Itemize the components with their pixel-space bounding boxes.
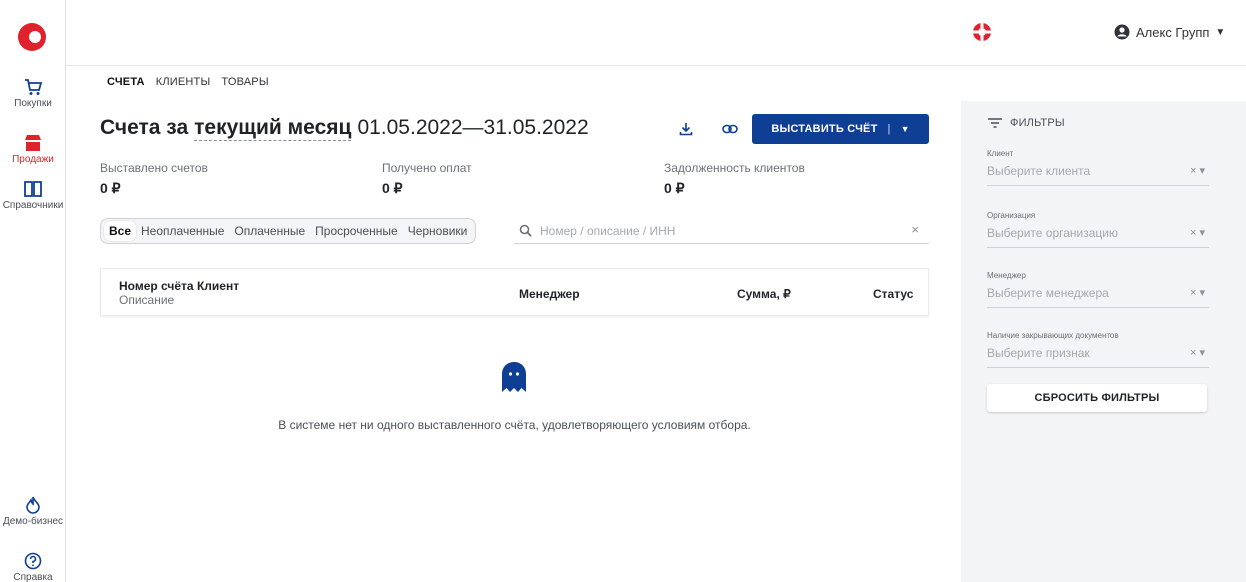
filter-organization: Организация Выберите организацию × ▾ xyxy=(987,211,1209,248)
filters-title: ФИЛЬТРЫ xyxy=(1010,117,1065,129)
sidebar-item-label: Продажи xyxy=(12,154,54,165)
help-icon xyxy=(24,552,42,570)
download-button[interactable] xyxy=(672,115,700,143)
filter-label: Клиент xyxy=(987,149,1014,158)
filters-panel: ФИЛЬТРЫ Клиент Выберите клиента × ▾ Орга… xyxy=(961,101,1246,582)
column-description: Описание xyxy=(119,293,175,307)
cart-icon xyxy=(25,79,43,95)
user-avatar-icon xyxy=(1114,24,1130,40)
period-range: 01.05.2022—31.05.2022 xyxy=(357,116,589,139)
store-icon xyxy=(25,135,41,151)
filter-closing-documents: Наличие закрывающих документов Выберите … xyxy=(987,331,1209,368)
tab-goods[interactable]: ТОВАРЫ xyxy=(221,76,268,93)
flame-icon xyxy=(26,496,40,514)
link-icon xyxy=(722,124,738,134)
top-bar: Алекс Групп ▼ xyxy=(66,0,1246,66)
sidebar-item-sales[interactable]: Продажи xyxy=(0,134,66,165)
sidebar-item-label: Демо-бизнес xyxy=(2,516,64,527)
filter-client: Клиент Выберите клиента × ▾ xyxy=(987,149,1209,186)
segment-overdue[interactable]: Просроченные xyxy=(310,221,403,241)
title-prefix: Счета за xyxy=(100,116,189,139)
sidebar-item-demo-business[interactable]: Демо-бизнес xyxy=(0,496,66,527)
tab-clients[interactable]: КЛИЕНТЫ xyxy=(156,76,211,93)
organization-select[interactable]: Выберите организацию × ▾ xyxy=(987,226,1209,248)
closing-documents-select[interactable]: Выберите признак × ▾ xyxy=(987,346,1209,368)
stat-value: 0 ₽ xyxy=(382,180,403,196)
section-tabs: СЧЕТА КЛИЕНТЫ ТОВАРЫ xyxy=(107,76,269,93)
invoices-table-header: Номер счёта Клиент Описание Менеджер Сум… xyxy=(100,268,929,316)
app-logo[interactable] xyxy=(17,22,47,52)
download-icon xyxy=(679,123,693,136)
select-placeholder: Выберите менеджера xyxy=(987,286,1109,300)
filter-label: Менеджер xyxy=(987,271,1026,280)
column-sum[interactable]: Сумма, ₽ xyxy=(737,287,791,301)
tab-invoices[interactable]: СЧЕТА xyxy=(107,76,145,93)
stat-label: Выставлено счетов xyxy=(100,161,208,175)
period-selector[interactable]: текущий месяц xyxy=(194,116,352,141)
clear-search-icon[interactable]: × xyxy=(911,222,919,237)
segment-paid[interactable]: Оплаченные xyxy=(229,221,310,241)
clear-and-chevron-icon[interactable]: × ▾ xyxy=(1190,226,1205,239)
clear-and-chevron-icon[interactable]: × ▾ xyxy=(1190,286,1205,299)
empty-state-message: В системе нет ни одного выставленного сч… xyxy=(278,418,751,432)
issue-invoice-label: ВЫСТАВИТЬ СЧЁТ xyxy=(771,123,878,135)
status-filter-segments: Все Неоплаченные Оплаченные Просроченные… xyxy=(100,218,477,244)
sidebar-item-label: Покупки xyxy=(14,98,52,109)
clear-and-chevron-icon[interactable]: × ▾ xyxy=(1190,346,1205,359)
filter-icon xyxy=(988,118,1002,128)
client-select[interactable]: Выберите клиента × ▾ xyxy=(987,164,1209,186)
stat-value: 0 ₽ xyxy=(664,180,685,196)
sidebar-item-label: Справка xyxy=(13,572,53,582)
select-placeholder: Выберите признак xyxy=(987,346,1090,360)
issue-invoice-button[interactable]: ВЫСТАВИТЬ СЧЁТ | ▼ xyxy=(752,114,929,144)
sidebar-item-help[interactable]: Справка xyxy=(0,552,66,582)
support-lifebuoy-icon[interactable] xyxy=(972,22,992,42)
column-status[interactable]: Статус xyxy=(873,287,913,301)
manager-select[interactable]: Выберите менеджера × ▾ xyxy=(987,286,1209,308)
filter-label: Наличие закрывающих документов xyxy=(987,331,1119,340)
segment-drafts[interactable]: Черновики xyxy=(403,221,473,241)
search-icon xyxy=(519,224,532,237)
sidebar-item-label: Справочники xyxy=(2,200,64,211)
segment-all[interactable]: Все xyxy=(104,221,137,241)
filter-manager: Менеджер Выберите менеджера × ▾ xyxy=(987,271,1209,308)
page-title: Счета за текущий месяц 01.05.2022—31.05.… xyxy=(100,116,589,141)
search-field: × xyxy=(514,218,929,244)
clear-and-chevron-icon[interactable]: × ▾ xyxy=(1190,164,1205,177)
stat-received: Получено оплат 0 ₽ xyxy=(382,161,472,197)
reset-filters-button[interactable]: СБРОСИТЬ ФИЛЬТРЫ xyxy=(987,384,1207,412)
select-placeholder: Выберите клиента xyxy=(987,164,1091,178)
user-name: Алекс Групп xyxy=(1136,24,1210,40)
user-menu[interactable]: Алекс Групп ▼ xyxy=(1114,24,1225,40)
filter-label: Организация xyxy=(987,211,1036,220)
stat-debt: Задолженность клиентов 0 ₽ xyxy=(664,161,805,197)
sidebar-item-purchases[interactable]: Покупки xyxy=(0,78,66,109)
button-separator: | xyxy=(887,123,891,135)
sidebar-item-references[interactable]: Справочники xyxy=(0,180,66,211)
filters-header: ФИЛЬТРЫ xyxy=(988,117,1065,129)
search-input[interactable] xyxy=(540,223,900,238)
stat-label: Получено оплат xyxy=(382,161,472,175)
segment-unpaid[interactable]: Неоплаченные xyxy=(136,221,229,241)
stat-label: Задолженность клиентов xyxy=(664,161,805,175)
chevron-down-icon[interactable]: ▼ xyxy=(901,124,910,134)
column-number-client[interactable]: Номер счёта Клиент xyxy=(119,279,239,293)
select-placeholder: Выберите организацию xyxy=(987,226,1119,240)
ghost-icon xyxy=(502,362,526,392)
copy-link-button[interactable] xyxy=(716,115,744,143)
chevron-down-icon: ▼ xyxy=(1215,26,1226,38)
book-icon xyxy=(24,181,42,197)
column-manager[interactable]: Менеджер xyxy=(519,287,580,301)
stat-issued: Выставлено счетов 0 ₽ xyxy=(100,161,208,197)
sidebar: Покупки Продажи Справочники Демо-бизнес … xyxy=(0,0,66,582)
stat-value: 0 ₽ xyxy=(100,180,121,196)
